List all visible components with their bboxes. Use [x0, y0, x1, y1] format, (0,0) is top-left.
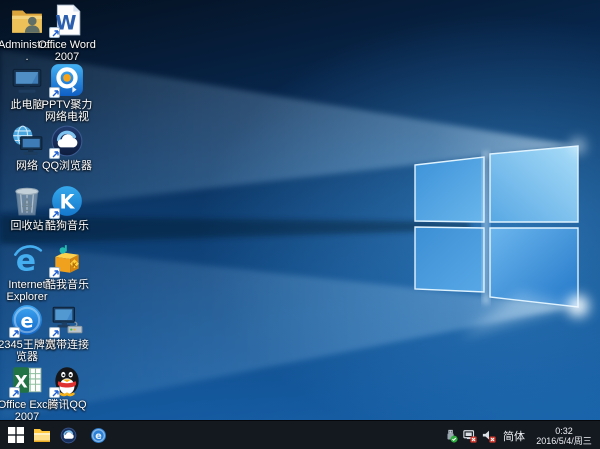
icon-label: 腾讯QQ [47, 399, 86, 411]
shortcut-arrow-icon [49, 208, 60, 219]
clock-time: 0:32 [532, 426, 596, 436]
shortcut-arrow-icon [49, 327, 60, 338]
icon-label: QQ浏览器 [42, 160, 92, 172]
shortcut-arrow-icon [9, 387, 20, 398]
desktop-icon-kugou-music[interactable]: K 酷狗音乐 [37, 184, 97, 232]
2345-browser-taskbar-icon: e [90, 427, 107, 444]
shortcut-arrow-icon [9, 327, 20, 338]
icon-label: PPTV聚力 网络电视 [37, 99, 97, 123]
desktop-icon-office-word-2007[interactable]: W Office Word 2007 [37, 3, 97, 63]
system-tray: 简体 0:32 2016/5/4/周三 [443, 421, 598, 449]
desktop-icon-tencent-qq[interactable]: 腾讯QQ [37, 363, 97, 411]
start-button[interactable] [3, 421, 29, 449]
desktop-area[interactable]: Administra... W Office Word 2007 [0, 0, 600, 420]
icon-label: 网络 [16, 160, 38, 172]
svg-text:K: K [60, 190, 76, 213]
qq-browser-taskbar-icon [60, 427, 77, 444]
broadband-connection-icon [50, 303, 84, 337]
desktop-icon-pptv[interactable]: PPTV聚力 网络电视 [37, 63, 97, 123]
shortcut-arrow-icon [49, 267, 60, 278]
icon-label: 宽带连接 [45, 339, 89, 351]
qq-browser-icon [50, 124, 84, 158]
desktop-icon-broadband-connection[interactable]: 宽带连接 [37, 303, 97, 351]
windows-desktop-screen: Administra... W Office Word 2007 [0, 0, 600, 449]
taskbar-file-explorer-button[interactable] [29, 421, 55, 449]
desktop-icon-qq-browser[interactable]: QQ浏览器 [37, 124, 97, 172]
windows-logo-icon [8, 427, 24, 443]
icon-label: 酷狗音乐 [45, 220, 89, 232]
pptv-icon [50, 63, 84, 97]
taskbar-2345-browser-button[interactable]: e [85, 421, 111, 449]
icon-label: Office Word 2007 [37, 39, 97, 63]
tencent-qq-icon [50, 363, 84, 397]
network-disconnected-icon [463, 429, 477, 443]
usb-safely-remove-icon [444, 429, 458, 443]
kugou-music-icon: K [50, 184, 84, 218]
taskbar-qq-browser-button[interactable] [55, 421, 81, 449]
safely-remove-hardware-tray-button[interactable] [443, 428, 458, 443]
shortcut-arrow-icon [49, 87, 60, 98]
desktop-icon-grid: Administra... W Office Word 2007 [0, 0, 140, 420]
volume-muted-icon [482, 429, 496, 443]
clock-date: 2016/5/4/周三 [532, 436, 596, 446]
taskbar-clock[interactable]: 0:32 2016/5/4/周三 [532, 426, 598, 446]
shortcut-arrow-icon [49, 27, 60, 38]
svg-text:e: e [16, 244, 36, 277]
file-explorer-icon [33, 428, 51, 443]
icon-label: 酷我音乐 [45, 279, 89, 291]
taskbar: e [0, 420, 600, 449]
language-indicator[interactable]: 简体 [500, 428, 528, 444]
kuwo-music-icon: K [50, 243, 84, 277]
office-word-icon: W [50, 3, 84, 37]
svg-text:e: e [21, 309, 34, 332]
svg-text:e: e [95, 431, 102, 442]
network-status-tray-button[interactable] [462, 428, 477, 443]
volume-tray-button[interactable] [481, 428, 496, 443]
shortcut-arrow-icon [49, 387, 60, 398]
desktop-icon-kuwo-music[interactable]: K 酷我音乐 [37, 243, 97, 291]
shortcut-arrow-icon [49, 148, 60, 159]
